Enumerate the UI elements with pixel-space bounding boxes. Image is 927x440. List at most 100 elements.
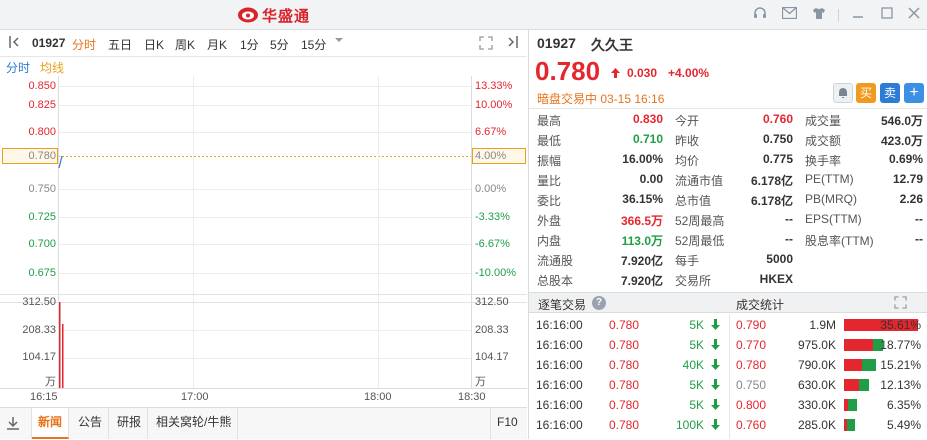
tick-time: 16:16:00 (536, 318, 583, 332)
bottom-tabs: 新闻 公告 研报 相关窝轮/牛熊 F10 (0, 407, 527, 439)
tick-price: 0.780 (609, 358, 640, 372)
tick-volume: 5K (689, 338, 704, 352)
stat-bar (844, 359, 876, 371)
stat-value: 16.00% (622, 152, 663, 166)
tab-news[interactable]: 新闻 (32, 408, 70, 439)
tab-period-15min[interactable]: 15分 (301, 36, 326, 53)
tab-period-5min[interactable]: 5分 (270, 36, 289, 53)
stat-value: -- (915, 212, 923, 226)
stat-value: 2.26 (899, 192, 923, 206)
sell-button[interactable]: 卖 (880, 83, 900, 103)
fullscreen-icon[interactable] (479, 36, 493, 53)
add-watchlist-button[interactable]: + (904, 83, 924, 103)
volume-tick-label-right: 312.50 (475, 296, 509, 308)
tick-time: 16:16:00 (536, 398, 583, 412)
tick-volume: 40K (682, 358, 704, 372)
tick-price: 0.780 (609, 338, 640, 352)
collapse-left-icon[interactable] (8, 35, 24, 52)
stat-price: 0.750 (736, 378, 767, 392)
last-price: 0.780 (535, 56, 601, 86)
stat-value: 546.0万 (880, 114, 923, 128)
tab-period-week[interactable]: 周K (175, 36, 195, 53)
stat-value: 0.00 (639, 172, 663, 186)
tick-volume: 100K (675, 418, 704, 432)
volume-tick-label: 312.50 (22, 296, 56, 308)
stat-label: 最高 (537, 114, 562, 128)
tick-price: 0.780 (609, 378, 640, 392)
subtab-intraday[interactable]: 分时 (6, 59, 30, 76)
stat-pct: 6.35% (886, 398, 921, 412)
stat-label: 内盘 (537, 234, 562, 248)
chart-grid (0, 76, 527, 389)
tick-price: 0.780 (609, 318, 640, 332)
stat-value: 0.760 (762, 112, 793, 126)
chevron-down-icon[interactable] (334, 34, 344, 48)
down-arrow-icon (711, 419, 720, 433)
subtab-avg-line[interactable]: 均线 (40, 59, 64, 76)
maximize-icon[interactable] (879, 7, 895, 23)
down-arrow-icon (711, 399, 720, 413)
stat-label: 流通市值 (675, 174, 724, 188)
stat-label: 总股本 (537, 274, 574, 288)
tab-period-intraday[interactable]: 分时 (72, 36, 96, 53)
titlebar-divider (838, 9, 839, 22)
tab-period-1min[interactable]: 1分 (240, 36, 259, 53)
stat-label: 量比 (537, 174, 562, 188)
stat-label: 股息率(TTM) (805, 234, 874, 248)
price-tick-label: 0.700 (28, 238, 56, 250)
tick-price: 0.780 (609, 398, 640, 412)
collapse-right-icon[interactable] (503, 35, 519, 52)
tab-period-5day[interactable]: 五日 (108, 36, 132, 53)
stock-code: 01927 (32, 36, 66, 50)
stat-volume: 975.0K (797, 338, 836, 352)
tick-volume: 5K (689, 398, 704, 412)
help-icon[interactable]: ? (592, 296, 606, 310)
time-tick-label: 18:00 (364, 391, 392, 403)
price-line (58, 155, 63, 169)
tab-warrants[interactable]: 相关窝轮/牛熊 (150, 408, 239, 439)
quote-code: 01927 (537, 35, 576, 51)
stat-price: 0.780 (736, 358, 767, 372)
app-logo: 华盛通 (237, 5, 310, 25)
bell-icon[interactable] (833, 83, 853, 103)
down-arrow-icon (711, 359, 720, 373)
stat-label: 换手率 (805, 154, 842, 168)
pct-tick-label: -6.67% (475, 238, 510, 250)
time-tick-label: 18:30 (458, 391, 486, 403)
tab-period-month[interactable]: 月K (207, 36, 227, 53)
stats-header: 成交统计 (736, 298, 785, 312)
tab-f10[interactable]: F10 (490, 408, 527, 439)
mail-icon[interactable] (781, 6, 797, 23)
stat-price: 0.790 (736, 318, 767, 332)
price-change-pct: +4.00% (668, 66, 710, 80)
minimize-icon[interactable] (850, 7, 866, 23)
pct-tick-label: 13.33% (475, 80, 513, 92)
stat-label: 成交额 (805, 134, 842, 148)
tab-period-day[interactable]: 日K (144, 36, 164, 53)
price-tick-label: 0.675 (28, 267, 56, 279)
buy-button[interactable]: 买 (856, 83, 876, 103)
stat-value: -- (785, 232, 793, 246)
chart-subtabs: 分时 均线 (0, 57, 527, 76)
expand-icon[interactable] (894, 296, 907, 312)
headset-icon[interactable] (752, 7, 768, 23)
stat-value: 423.0万 (880, 134, 923, 148)
stat-value: 6.178亿 (750, 174, 793, 188)
stat-label: 52周最低 (675, 234, 725, 248)
stat-pct: 5.49% (886, 418, 921, 432)
down-arrow-icon (711, 379, 720, 393)
section-header: 逐笔交易 ? 成交统计 (529, 292, 927, 313)
download-icon[interactable] (0, 408, 32, 439)
price-tick-label: 0.750 (28, 183, 56, 195)
tab-research[interactable]: 研报 (111, 408, 149, 439)
skin-icon[interactable] (811, 7, 827, 23)
volume-tick-label: 208.33 (22, 324, 56, 336)
tick-volume: 5K (689, 378, 704, 392)
close-icon[interactable] (906, 7, 922, 23)
volume-tick-label-right: 万 (475, 376, 486, 388)
stat-price: 0.770 (736, 338, 767, 352)
tab-announcements[interactable]: 公告 (72, 408, 110, 439)
volume-tick-label: 104.17 (22, 351, 56, 363)
stat-volume: 330.0K (797, 398, 836, 412)
stat-volume: 285.0K (797, 418, 836, 432)
